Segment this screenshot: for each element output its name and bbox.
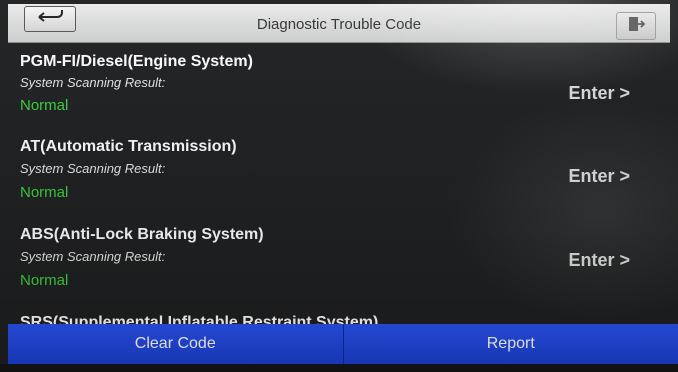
list-item[interactable]: AT(Automatic Transmission) System Scanni…: [8, 130, 670, 218]
exit-button[interactable]: [616, 12, 656, 40]
enter-button[interactable]: Enter >: [568, 250, 630, 271]
scan-result-label: System Scanning Result:: [20, 161, 166, 176]
system-title: ABS(Anti-Lock Braking System): [20, 226, 264, 243]
list-item[interactable]: PGM-FI/Diesel(Engine System) System Scan…: [8, 42, 670, 130]
clear-code-button[interactable]: Clear Code: [8, 324, 343, 364]
header-bar: Diagnostic Trouble Code: [8, 4, 670, 43]
scan-result-label: System Scanning Result:: [20, 75, 166, 90]
scan-status: Normal: [20, 97, 69, 114]
system-title-partial[interactable]: SRS(Supplemental Inflatable Restraint Sy…: [20, 314, 378, 324]
bottom-button-bar: Clear Code Report: [8, 324, 678, 364]
scan-status: Normal: [20, 272, 69, 289]
scan-result-label: System Scanning Result:: [20, 249, 166, 264]
enter-button[interactable]: Enter >: [568, 166, 630, 187]
system-title: AT(Automatic Transmission): [20, 138, 237, 155]
scan-status: Normal: [20, 184, 69, 201]
exit-door-icon: [626, 15, 646, 38]
list-item[interactable]: ABS(Anti-Lock Braking System) System Sca…: [8, 218, 670, 306]
page-title: Diagnostic Trouble Code: [256, 16, 422, 33]
system-title: PGM-FI/Diesel(Engine System): [20, 53, 253, 70]
screen-bezel: [0, 364, 678, 372]
system-list: PGM-FI/Diesel(Engine System) System Scan…: [8, 42, 670, 324]
screen: Diagnostic Trouble Code PGM-FI/Diesel(En…: [0, 0, 678, 372]
enter-button[interactable]: Enter >: [568, 83, 630, 104]
report-button[interactable]: Report: [342, 324, 678, 364]
